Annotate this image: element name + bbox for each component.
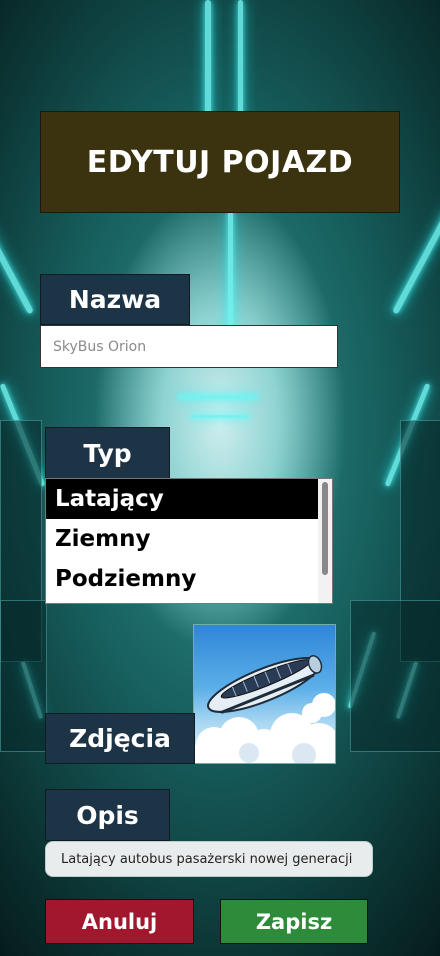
page-title-box: EDYTUJ POJAZD — [40, 111, 400, 213]
flying-bus-image-icon — [194, 655, 335, 763]
type-option-flying[interactable]: Latający — [46, 479, 318, 519]
type-select-scrollbar[interactable] — [318, 479, 332, 603]
name-label: Nazwa — [40, 274, 190, 325]
type-label: Typ — [45, 427, 170, 479]
photos-label: Zdjęcia — [45, 713, 195, 764]
type-select-scroll-thumb[interactable] — [322, 482, 328, 575]
type-select[interactable]: Latający Ziemny Podziemny — [45, 478, 333, 604]
save-button[interactable]: Zapisz — [220, 899, 368, 944]
description-label: Opis — [45, 789, 170, 841]
name-input[interactable]: SkyBus Orion — [40, 325, 338, 368]
cancel-button[interactable]: Anuluj — [45, 899, 194, 944]
type-option-ground[interactable]: Ziemny — [46, 519, 318, 559]
page-title: EDYTUJ POJAZD — [86, 144, 354, 180]
type-option-underground[interactable]: Podziemny — [46, 559, 318, 599]
vehicle-photo[interactable] — [193, 624, 336, 764]
description-input[interactable]: Latający autobus pasażerski nowej genera… — [45, 841, 373, 877]
